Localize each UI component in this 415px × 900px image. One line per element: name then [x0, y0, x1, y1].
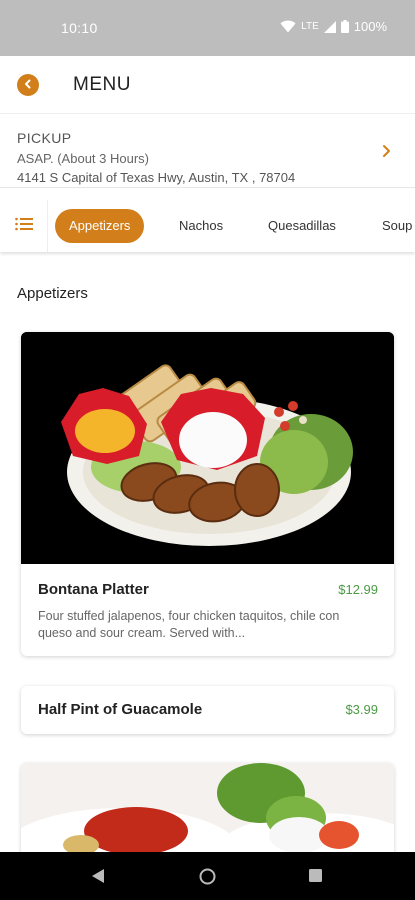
- network-type: LTE: [301, 21, 319, 32]
- category-list-button[interactable]: [0, 200, 48, 252]
- recents-nav-icon[interactable]: [308, 868, 323, 888]
- item-price: $3.99: [345, 702, 378, 717]
- chevron-left-icon: [23, 76, 33, 94]
- item-name: Half Pint of Guacamole: [38, 701, 203, 718]
- category-tabs: Appetizers Nachos Quesadillas Soup: [0, 200, 415, 252]
- status-icons: LTE 100%: [280, 19, 387, 34]
- tab-nachos[interactable]: Nachos: [165, 209, 237, 243]
- status-time: 10:10: [61, 20, 98, 36]
- item-name: Bontana Platter: [38, 581, 149, 598]
- food-photo: [21, 332, 394, 564]
- battery-icon: [340, 20, 349, 33]
- menu-item-card[interactable]: Bontana Platter $12.99 Four stuffed jala…: [21, 332, 394, 656]
- pickup-address: 4141 S Capital of Texas Hwy, Austin, TX …: [17, 170, 296, 185]
- item-description: Four stuffed jalapenos, four chicken taq…: [38, 609, 340, 640]
- tab-appetizers[interactable]: Appetizers: [55, 209, 145, 243]
- list-icon: [14, 217, 33, 236]
- pickup-time: ASAP. (About 3 Hours): [17, 151, 149, 166]
- back-nav-icon[interactable]: [90, 868, 106, 889]
- system-nav-bar: [0, 852, 415, 900]
- tab-soup[interactable]: Soup: [368, 209, 415, 243]
- food-photo: [21, 763, 394, 863]
- back-button[interactable]: [17, 74, 39, 96]
- page-title: MENU: [73, 74, 131, 95]
- menu-item-card[interactable]: [21, 763, 394, 863]
- app-bar: MENU: [0, 56, 415, 113]
- order-mode: PICKUP: [17, 130, 72, 146]
- battery-level: 100%: [353, 19, 387, 34]
- tab-quesadillas[interactable]: Quesadillas: [254, 209, 350, 243]
- signal-icon: [323, 20, 336, 33]
- status-bar: 10:10 LTE 100%: [0, 0, 415, 56]
- item-price: $12.99: [338, 582, 378, 597]
- home-nav-icon[interactable]: [199, 868, 216, 890]
- pickup-info[interactable]: PICKUP ASAP. (About 3 Hours) 4141 S Capi…: [0, 113, 415, 188]
- section-title: Appetizers: [17, 285, 88, 302]
- chevron-right-icon[interactable]: [381, 144, 391, 163]
- wifi-icon: [280, 20, 296, 33]
- menu-item-card[interactable]: Half Pint of Guacamole $3.99: [21, 686, 394, 734]
